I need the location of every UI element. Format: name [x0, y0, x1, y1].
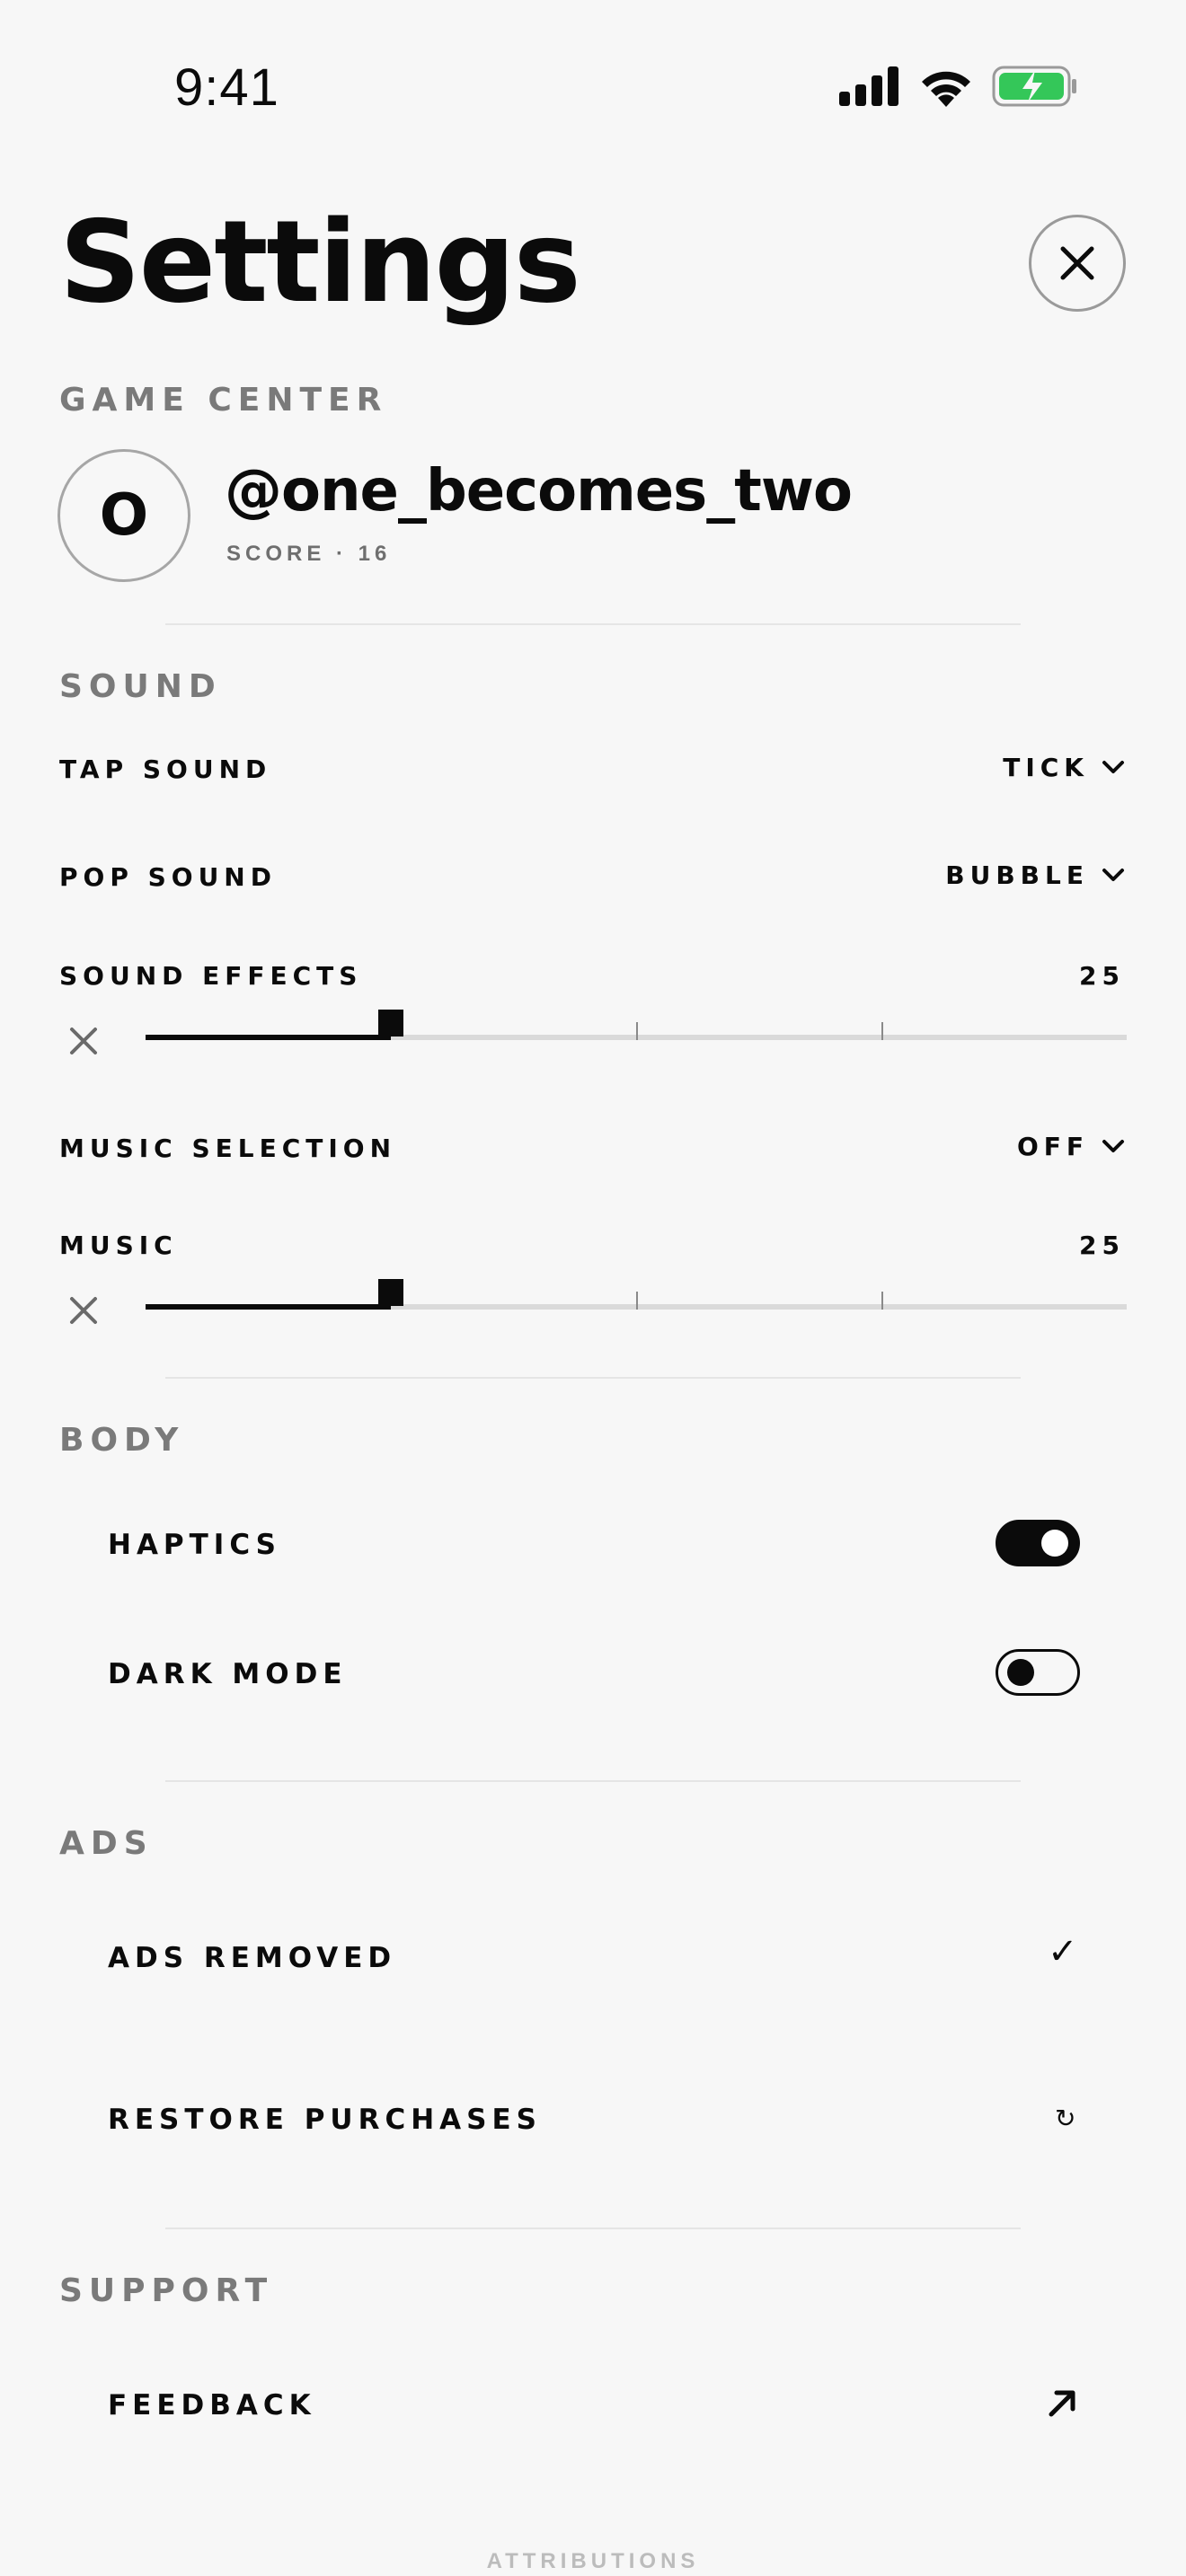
section-heading-body: BODY — [59, 1422, 185, 1459]
username: @one_becomes_two — [225, 458, 853, 525]
toggle-knob — [1041, 1530, 1068, 1557]
refresh-icon[interactable]: ↻ — [1055, 2104, 1075, 2133]
slider-tick — [881, 1022, 883, 1040]
tap-sound-value: TICK — [1003, 753, 1089, 782]
dark-mode-label: DARK MODE — [108, 1658, 348, 1690]
pop-sound-select[interactable]: BUBBLE — [945, 860, 1125, 890]
pop-sound-value: BUBBLE — [945, 860, 1089, 890]
battery-charging-icon — [992, 66, 1076, 107]
slider-tick — [636, 1292, 638, 1310]
arrow-up-right-icon[interactable] — [1046, 2387, 1078, 2420]
checkmark-icon: ✓ — [1048, 1932, 1078, 1972]
section-heading-sound: SOUND — [59, 668, 222, 705]
slider-fill — [146, 1304, 391, 1310]
dark-mode-toggle[interactable] — [996, 1649, 1080, 1696]
wifi-icon — [922, 71, 970, 107]
restore-purchases-button[interactable]: RESTORE PURCHASES — [108, 2104, 542, 2136]
status-time: 9:41 — [174, 58, 279, 117]
tap-sound-label: TAP SOUND — [59, 754, 272, 784]
music-selection-label: MUSIC SELECTION — [59, 1134, 397, 1163]
music-label: MUSIC — [59, 1231, 178, 1260]
haptics-label: HAPTICS — [108, 1529, 281, 1561]
toggle-knob — [1007, 1659, 1034, 1686]
music-slider[interactable] — [146, 1279, 1127, 1310]
slider-thumb[interactable] — [378, 1279, 403, 1306]
pop-sound-label: POP SOUND — [59, 862, 277, 892]
slider-fill — [146, 1035, 391, 1040]
close-icon — [1060, 246, 1094, 280]
chevron-down-icon — [1102, 868, 1124, 881]
tap-sound-select[interactable]: TICK — [1003, 753, 1125, 782]
score-label: SCORE · 16 — [226, 542, 392, 566]
divider — [165, 1780, 1021, 1782]
page-title: Settings — [59, 196, 581, 328]
slider-tick — [636, 1022, 638, 1040]
mute-sound-effects-icon[interactable] — [66, 1024, 101, 1058]
section-heading-ads: ADS — [59, 1825, 154, 1862]
ads-removed-label: ADS REMOVED — [108, 1942, 397, 1974]
music-selection-value: OFF — [1016, 1132, 1089, 1161]
section-heading-game-center: GAME CENTER — [59, 382, 388, 419]
sound-effects-label: SOUND EFFECTS — [59, 961, 363, 991]
mute-music-icon[interactable] — [66, 1293, 101, 1328]
status-icons — [839, 65, 1078, 108]
divider — [165, 2228, 1021, 2229]
slider-thumb[interactable] — [378, 1010, 403, 1037]
divider — [165, 1377, 1021, 1379]
avatar[interactable]: O — [58, 449, 190, 582]
close-button[interactable] — [1029, 215, 1126, 312]
chevron-down-icon — [1102, 760, 1124, 773]
section-heading-support: SUPPORT — [59, 2272, 274, 2309]
feedback-button[interactable]: FEEDBACK — [108, 2389, 316, 2422]
haptics-toggle[interactable] — [996, 1520, 1080, 1566]
divider — [165, 623, 1021, 625]
sound-effects-value: 25 — [1079, 961, 1125, 991]
music-value: 25 — [1079, 1231, 1125, 1260]
slider-tick — [881, 1292, 883, 1310]
attributions-link[interactable]: ATTRIBUTIONS — [0, 2549, 1186, 2574]
cellular-signal-icon — [839, 66, 898, 106]
sound-effects-slider[interactable] — [146, 1010, 1127, 1040]
music-selection-select[interactable]: OFF — [1017, 1132, 1125, 1161]
chevron-down-icon — [1102, 1139, 1124, 1152]
